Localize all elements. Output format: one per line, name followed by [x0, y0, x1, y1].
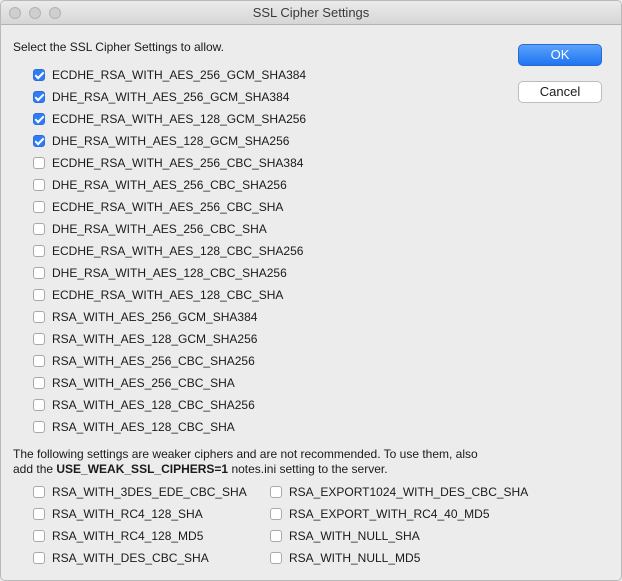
- weak-notice-suffix: notes.ini setting to the server.: [228, 462, 388, 476]
- checkbox-unchecked[interactable]: [270, 508, 282, 520]
- cipher-option[interactable]: RSA_WITH_AES_128_CBC_SHA256: [33, 394, 306, 416]
- cipher-option[interactable]: RSA_WITH_RC4_128_MD5: [33, 525, 247, 547]
- cipher-option[interactable]: RSA_WITH_AES_128_CBC_SHA: [33, 416, 306, 438]
- cipher-option[interactable]: DHE_RSA_WITH_AES_256_CBC_SHA: [33, 218, 306, 240]
- cipher-label: RSA_EXPORT_WITH_RC4_40_MD5: [289, 507, 490, 521]
- checkbox-unchecked[interactable]: [33, 223, 45, 235]
- cipher-label: RSA_WITH_3DES_EDE_CBC_SHA: [52, 485, 247, 499]
- checkbox-unchecked[interactable]: [33, 486, 45, 498]
- cipher-option[interactable]: RSA_EXPORT1024_WITH_DES_CBC_SHA: [270, 481, 528, 503]
- cipher-option[interactable]: ECDHE_RSA_WITH_AES_128_CBC_SHA256: [33, 240, 306, 262]
- checkbox-unchecked[interactable]: [33, 157, 45, 169]
- checkbox-unchecked[interactable]: [33, 289, 45, 301]
- weak-notice-prefix: add the: [13, 462, 57, 476]
- cipher-label: ECDHE_RSA_WITH_AES_128_GCM_SHA256: [52, 112, 307, 126]
- checkbox-unchecked[interactable]: [33, 399, 45, 411]
- checkbox-unchecked[interactable]: [33, 201, 45, 213]
- cipher-option[interactable]: RSA_WITH_NULL_MD5: [270, 547, 528, 569]
- checkbox-unchecked[interactable]: [270, 486, 282, 498]
- cipher-label: ECDHE_RSA_WITH_AES_128_CBC_SHA: [52, 288, 284, 302]
- ok-button[interactable]: OK: [518, 44, 602, 66]
- ssl-cipher-settings-dialog: SSL Cipher Settings Select the SSL Ciphe…: [0, 0, 622, 581]
- cipher-label: RSA_WITH_AES_256_CBC_SHA: [52, 376, 235, 390]
- cipher-label: DHE_RSA_WITH_AES_256_GCM_SHA384: [52, 90, 290, 104]
- cipher-label: DHE_RSA_WITH_AES_128_GCM_SHA256: [52, 134, 290, 148]
- checkbox-unchecked[interactable]: [33, 377, 45, 389]
- cipher-label: DHE_RSA_WITH_AES_256_CBC_SHA: [52, 222, 267, 236]
- cipher-label: ECDHE_RSA_WITH_AES_256_CBC_SHA384: [52, 156, 304, 170]
- cipher-option[interactable]: RSA_WITH_AES_256_CBC_SHA256: [33, 350, 306, 372]
- cipher-label: RSA_EXPORT1024_WITH_DES_CBC_SHA: [289, 485, 529, 499]
- cipher-label: RSA_WITH_RC4_128_MD5: [52, 529, 204, 543]
- cipher-option[interactable]: ECDHE_RSA_WITH_AES_256_GCM_SHA384: [33, 64, 306, 86]
- checkbox-unchecked[interactable]: [33, 355, 45, 367]
- cipher-option[interactable]: ECDHE_RSA_WITH_AES_256_CBC_SHA: [33, 196, 306, 218]
- checkbox-checked[interactable]: [33, 91, 45, 103]
- checkbox-unchecked[interactable]: [33, 421, 45, 433]
- cipher-label: RSA_WITH_AES_256_GCM_SHA384: [52, 310, 258, 324]
- cipher-label: RSA_WITH_DES_CBC_SHA: [52, 551, 209, 565]
- weak-notice-line2: add the USE_WEAK_SSL_CIPHERS=1 notes.ini…: [13, 462, 613, 477]
- cipher-label: RSA_WITH_AES_256_CBC_SHA256: [52, 354, 255, 368]
- cipher-label: DHE_RSA_WITH_AES_128_CBC_SHA256: [52, 266, 287, 280]
- cipher-label: RSA_WITH_NULL_SHA: [289, 529, 420, 543]
- cipher-label: DHE_RSA_WITH_AES_256_CBC_SHA256: [52, 178, 287, 192]
- cipher-label: ECDHE_RSA_WITH_AES_128_CBC_SHA256: [52, 244, 304, 258]
- cipher-option[interactable]: RSA_WITH_AES_256_GCM_SHA384: [33, 306, 306, 328]
- cipher-option[interactable]: DHE_RSA_WITH_AES_128_GCM_SHA256: [33, 130, 306, 152]
- cipher-option[interactable]: DHE_RSA_WITH_AES_256_CBC_SHA256: [33, 174, 306, 196]
- cipher-checkbox-list: ECDHE_RSA_WITH_AES_256_GCM_SHA384 DHE_RSA…: [33, 64, 306, 438]
- checkbox-checked[interactable]: [33, 69, 45, 81]
- window-title: SSL Cipher Settings: [252, 5, 370, 20]
- weak-notice-setting-name: USE_WEAK_SSL_CIPHERS=1: [56, 462, 229, 476]
- cipher-label: ECDHE_RSA_WITH_AES_256_CBC_SHA: [52, 200, 284, 214]
- checkbox-unchecked[interactable]: [33, 333, 45, 345]
- cipher-option[interactable]: DHE_RSA_WITH_AES_128_CBC_SHA256: [33, 262, 306, 284]
- cipher-option[interactable]: RSA_WITH_NULL_SHA: [270, 525, 528, 547]
- checkbox-unchecked[interactable]: [33, 179, 45, 191]
- checkbox-checked[interactable]: [33, 113, 45, 125]
- checkbox-unchecked[interactable]: [33, 311, 45, 323]
- weak-cipher-list-right: RSA_EXPORT1024_WITH_DES_CBC_SHA RSA_EXPOR…: [270, 481, 528, 569]
- cancel-button[interactable]: Cancel: [518, 81, 602, 103]
- instruction-text: Select the SSL Cipher Settings to allow.: [13, 40, 225, 54]
- cipher-option[interactable]: ECDHE_RSA_WITH_AES_128_CBC_SHA: [33, 284, 306, 306]
- cipher-option[interactable]: RSA_WITH_AES_256_CBC_SHA: [33, 372, 306, 394]
- cipher-option[interactable]: ECDHE_RSA_WITH_AES_256_CBC_SHA384: [33, 152, 306, 174]
- checkbox-unchecked[interactable]: [33, 267, 45, 279]
- checkbox-unchecked[interactable]: [33, 530, 45, 542]
- cipher-label: RSA_WITH_AES_128_CBC_SHA256: [52, 398, 255, 412]
- checkbox-checked[interactable]: [33, 135, 45, 147]
- checkbox-unchecked[interactable]: [33, 552, 45, 564]
- cipher-label: RSA_WITH_AES_128_CBC_SHA: [52, 420, 235, 434]
- checkbox-unchecked[interactable]: [270, 530, 282, 542]
- cipher-label: RSA_WITH_RC4_128_SHA: [52, 507, 203, 521]
- cipher-option[interactable]: RSA_WITH_DES_CBC_SHA: [33, 547, 247, 569]
- checkbox-unchecked[interactable]: [33, 508, 45, 520]
- checkbox-unchecked[interactable]: [270, 552, 282, 564]
- checkbox-unchecked[interactable]: [33, 245, 45, 257]
- weak-cipher-list-left: RSA_WITH_3DES_EDE_CBC_SHA RSA_WITH_RC4_12…: [33, 481, 247, 569]
- cipher-option[interactable]: RSA_WITH_AES_128_GCM_SHA256: [33, 328, 306, 350]
- cipher-option[interactable]: ECDHE_RSA_WITH_AES_128_GCM_SHA256: [33, 108, 306, 130]
- cipher-option[interactable]: RSA_EXPORT_WITH_RC4_40_MD5: [270, 503, 528, 525]
- cipher-option[interactable]: DHE_RSA_WITH_AES_256_GCM_SHA384: [33, 86, 306, 108]
- cipher-label: RSA_WITH_AES_128_GCM_SHA256: [52, 332, 258, 346]
- weak-notice-line1: The following settings are weaker cipher…: [13, 447, 478, 461]
- cipher-option[interactable]: RSA_WITH_RC4_128_SHA: [33, 503, 247, 525]
- cipher-label: ECDHE_RSA_WITH_AES_256_GCM_SHA384: [52, 68, 307, 82]
- cipher-option[interactable]: RSA_WITH_3DES_EDE_CBC_SHA: [33, 481, 247, 503]
- cipher-label: RSA_WITH_NULL_MD5: [289, 551, 421, 565]
- title-bar: SSL Cipher Settings: [1, 1, 621, 25]
- weak-cipher-notice: The following settings are weaker cipher…: [13, 447, 613, 477]
